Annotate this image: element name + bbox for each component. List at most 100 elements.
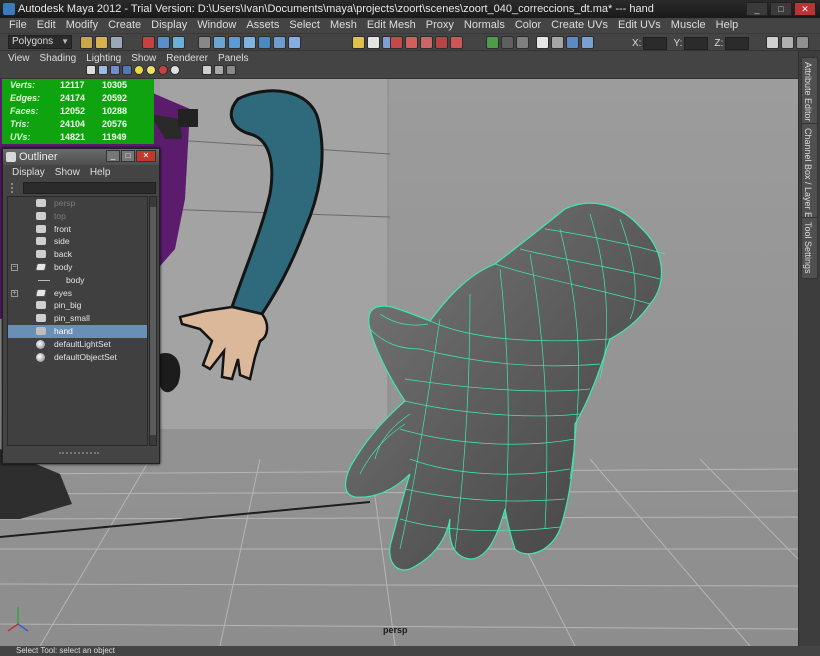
panel-menu-view[interactable]: View	[3, 53, 35, 64]
textured-icon[interactable]	[110, 65, 120, 75]
outliner-item[interactable]: pin_big	[8, 299, 147, 312]
make-live-icon[interactable]	[273, 36, 286, 49]
new-scene-icon[interactable]	[80, 36, 93, 49]
render-view-icon[interactable]	[450, 36, 463, 49]
panel-menu-show[interactable]: Show	[126, 53, 161, 64]
close-button[interactable]: ✕	[794, 2, 816, 16]
outliner-item[interactable]: side	[8, 235, 147, 248]
outliner-menu-show[interactable]: Show	[50, 167, 85, 178]
menu-normals[interactable]: Normals	[459, 18, 510, 33]
select-object-icon[interactable]	[157, 36, 170, 49]
drag-handle-icon[interactable]	[11, 183, 19, 193]
outliner-title-bar[interactable]: Outliner _ □ ✕	[3, 149, 159, 165]
menu-edit-uvs[interactable]: Edit UVs	[613, 18, 666, 33]
menu-window[interactable]: Window	[192, 18, 241, 33]
tool-settings-icon[interactable]	[781, 36, 794, 49]
expand-icon[interactable]: +	[11, 289, 18, 297]
smooth-shade-icon[interactable]	[98, 65, 108, 75]
panel-menu-lighting[interactable]: Lighting	[81, 53, 126, 64]
y-field[interactable]	[684, 36, 709, 50]
outliner-filter-input[interactable]	[23, 182, 156, 194]
toggle-attribute-editor-icon[interactable]	[516, 36, 529, 49]
outliner-scrollbar[interactable]	[149, 196, 157, 446]
outliner-item[interactable]: + eyes	[8, 287, 147, 300]
minimize-button[interactable]: _	[746, 2, 768, 16]
hypershade-icon[interactable]	[435, 36, 448, 49]
menu-help[interactable]: Help	[711, 18, 744, 33]
panel-menu-shading[interactable]: Shading	[35, 53, 82, 64]
outliner-item[interactable]: back	[8, 248, 147, 261]
outliner-item[interactable]: defaultLightSet	[8, 338, 147, 351]
transform-icon[interactable]	[581, 36, 594, 49]
outliner-item[interactable]: pin_small	[8, 312, 147, 325]
outliner-menu-display[interactable]: Display	[7, 167, 50, 178]
panel-menu-panels[interactable]: Panels	[213, 53, 254, 64]
maximize-button[interactable]: □	[770, 2, 792, 16]
menu-file[interactable]: File	[4, 18, 32, 33]
filter-icon[interactable]	[198, 36, 211, 49]
channel-box-icon[interactable]	[796, 36, 809, 49]
render-settings-icon[interactable]	[420, 36, 433, 49]
outliner-menu-help[interactable]: Help	[85, 167, 116, 178]
lock-icon[interactable]	[352, 36, 365, 49]
open-scene-icon[interactable]	[95, 36, 108, 49]
outliner-item[interactable]: top	[8, 210, 147, 223]
menu-mesh[interactable]: Mesh	[325, 18, 362, 33]
outliner-window[interactable]: Outliner _ □ ✕ Display Show Help persp top f…	[2, 148, 160, 464]
select-component-icon[interactable]	[172, 36, 185, 49]
snap-point-icon[interactable]	[243, 36, 256, 49]
outliner-close-button[interactable]: ✕	[136, 150, 156, 162]
panel-menu-renderer[interactable]: Renderer	[161, 53, 213, 64]
x-field[interactable]	[643, 36, 668, 50]
outliner-item[interactable]: persp	[8, 197, 147, 210]
object-details-icon[interactable]	[367, 36, 380, 49]
outliner-minimize-button[interactable]: _	[106, 150, 120, 162]
menu-create[interactable]: Create	[103, 18, 146, 33]
menu-select[interactable]: Select	[284, 18, 325, 33]
menu-display[interactable]: Display	[146, 18, 192, 33]
resolution-gate-icon[interactable]	[226, 65, 236, 75]
menu-color[interactable]: Color	[510, 18, 546, 33]
wireframe-icon[interactable]	[86, 65, 96, 75]
snap-grid-icon[interactable]	[213, 36, 226, 49]
outliner-resize-grip[interactable]	[59, 452, 99, 456]
snap-curve-icon[interactable]	[228, 36, 241, 49]
attribute-editor-icon[interactable]	[766, 36, 779, 49]
menu-modify[interactable]: Modify	[61, 18, 103, 33]
outliner-item[interactable]: front	[8, 223, 147, 236]
collapse-icon[interactable]: −	[11, 263, 18, 271]
menu-proxy[interactable]: Proxy	[421, 18, 459, 33]
shadow-icon[interactable]	[158, 65, 168, 75]
menu-edit[interactable]: Edit	[32, 18, 61, 33]
menu-create-uvs[interactable]: Create UVs	[546, 18, 613, 33]
save-scene-icon[interactable]	[110, 36, 123, 49]
ipr-render-icon[interactable]	[405, 36, 418, 49]
menu-muscle[interactable]: Muscle	[666, 18, 711, 33]
tab-attribute-editor[interactable]: Attribute Editor	[801, 57, 818, 127]
z-field[interactable]	[725, 36, 750, 50]
viewport-icon[interactable]	[536, 36, 549, 49]
menu-set-dropdown[interactable]: Polygons ▼	[8, 35, 72, 49]
light-icon[interactable]	[134, 65, 144, 75]
menu-assets[interactable]: Assets	[241, 18, 284, 33]
isolate-select-icon[interactable]	[202, 65, 212, 75]
outliner-item[interactable]: hand	[8, 324, 147, 338]
construction-history-icon[interactable]	[288, 36, 301, 49]
outliner-item[interactable]: − body	[8, 261, 147, 274]
film-gate-icon[interactable]	[214, 65, 224, 75]
toggle-tool-settings-icon[interactable]	[501, 36, 514, 49]
outliner-item[interactable]: body	[8, 274, 147, 287]
default-light-icon[interactable]	[146, 65, 156, 75]
outliner-item[interactable]: defaultObjectSet	[8, 351, 147, 364]
xray-icon[interactable]	[170, 65, 180, 75]
menu-edit-mesh[interactable]: Edit Mesh	[362, 18, 421, 33]
scrollbar-thumb[interactable]	[150, 207, 156, 435]
snap-view-plane-icon[interactable]	[258, 36, 271, 49]
toggle-channel-box-icon[interactable]	[486, 36, 499, 49]
outliner-maximize-button[interactable]: □	[121, 150, 135, 162]
tab-tool-settings[interactable]: Tool Settings	[801, 217, 818, 279]
quick-layout-icon[interactable]	[551, 36, 564, 49]
layout-icon[interactable]	[566, 36, 579, 49]
select-hierarchy-icon[interactable]	[142, 36, 155, 49]
lighting-icon[interactable]	[122, 65, 132, 75]
